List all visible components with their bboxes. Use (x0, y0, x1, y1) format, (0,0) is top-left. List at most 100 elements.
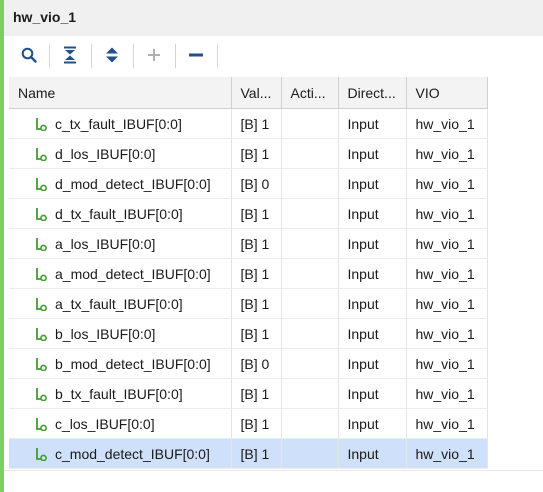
column-header-activity[interactable]: Acti... (281, 77, 339, 109)
probe-activity-cell[interactable] (281, 258, 339, 289)
probe-name: d_tx_fault_IBUF[0:0] (55, 205, 183, 222)
probe-name-cell[interactable]: d_los_IBUF[0:0] (9, 138, 232, 169)
probe-icon (36, 297, 47, 311)
expand-all-icon (106, 47, 118, 63)
probe-vio-cell: hw_vio_1 (406, 288, 488, 319)
column-header-direction[interactable]: Direct... (338, 77, 407, 109)
probe-activity-cell[interactable] (281, 168, 339, 199)
table-row[interactable]: d_mod_detect_IBUF[0:0] [B] 0 Input hw_vio_1 (9, 168, 488, 199)
table-header-row: Name Val... Acti... Direct... VIO (9, 77, 488, 109)
probe-value-cell[interactable]: [B] 1 (231, 438, 282, 469)
probe-icon (36, 147, 47, 161)
probe-direction-cell: Input (338, 378, 407, 409)
table-row[interactable]: c_mod_detect_IBUF[0:0] [B] 1 Input hw_vio_1 (9, 438, 488, 469)
probe-name: a_los_IBUF[0:0] (55, 235, 156, 252)
column-header-value[interactable]: Val... (231, 77, 282, 109)
probe-name-cell[interactable]: c_tx_fault_IBUF[0:0] (9, 108, 232, 139)
probe-value-cell[interactable]: [B] 1 (231, 318, 282, 349)
table-row[interactable]: c_los_IBUF[0:0] [B] 1 Input hw_vio_1 (9, 408, 488, 439)
table-row[interactable]: d_los_IBUF[0:0] [B] 1 Input hw_vio_1 (9, 138, 488, 169)
probe-vio-cell: hw_vio_1 (406, 408, 488, 439)
probe-activity-cell[interactable] (281, 138, 339, 169)
probe-activity-cell[interactable] (281, 348, 339, 379)
probe-activity-cell[interactable] (281, 228, 339, 259)
probe-name: b_los_IBUF[0:0] (55, 325, 156, 342)
probe-name-cell[interactable]: a_mod_detect_IBUF[0:0] (9, 258, 232, 289)
probe-direction-cell: Input (338, 258, 407, 289)
panel-title: hw_vio_1 (13, 9, 77, 25)
probe-activity-cell[interactable] (281, 288, 339, 319)
probe-icon (36, 267, 47, 281)
probe-value-cell[interactable]: [B] 1 (231, 108, 282, 139)
probe-value-cell[interactable]: [B] 1 (231, 288, 282, 319)
probe-value-cell[interactable]: [B] 1 (231, 228, 282, 259)
column-header-vio[interactable]: VIO (406, 77, 488, 109)
probe-icon (36, 177, 47, 191)
probe-name: d_los_IBUF[0:0] (55, 145, 156, 162)
probe-name-cell[interactable]: b_tx_fault_IBUF[0:0] (9, 378, 232, 409)
add-button[interactable] (141, 42, 167, 68)
probe-name: c_tx_fault_IBUF[0:0] (55, 115, 182, 132)
probe-name-cell[interactable]: c_mod_detect_IBUF[0:0] (9, 438, 232, 469)
probe-activity-cell[interactable] (281, 438, 339, 469)
search-button[interactable] (16, 42, 42, 68)
probe-name-cell[interactable]: a_los_IBUF[0:0] (9, 228, 232, 259)
toolbar-separator (175, 44, 176, 68)
probe-activity-cell[interactable] (281, 108, 339, 139)
probe-name-cell[interactable]: c_los_IBUF[0:0] (9, 408, 232, 439)
table-row[interactable]: a_los_IBUF[0:0] [B] 1 Input hw_vio_1 (9, 228, 488, 259)
panel-title-bar: hw_vio_1 (4, 0, 543, 36)
probe-vio-cell: hw_vio_1 (406, 108, 488, 139)
probe-name-cell[interactable]: b_mod_detect_IBUF[0:0] (9, 348, 232, 379)
search-icon (21, 47, 37, 63)
probe-icon (36, 237, 47, 251)
probe-value-cell[interactable]: [B] 0 (231, 348, 282, 379)
probe-activity-cell[interactable] (281, 378, 339, 409)
probe-name-cell[interactable]: d_mod_detect_IBUF[0:0] (9, 168, 232, 199)
table-row[interactable]: b_tx_fault_IBUF[0:0] [B] 1 Input hw_vio_1 (9, 378, 488, 409)
table-row[interactable]: c_tx_fault_IBUF[0:0] [B] 1 Input hw_vio_1 (9, 108, 488, 139)
probe-activity-cell[interactable] (281, 318, 339, 349)
table-row[interactable]: b_mod_detect_IBUF[0:0] [B] 0 Input hw_vio_1 (9, 348, 488, 379)
remove-button[interactable] (183, 42, 209, 68)
probe-icon (36, 117, 47, 131)
table-row[interactable]: a_mod_detect_IBUF[0:0] [B] 1 Input hw_vio_1 (9, 258, 488, 289)
probe-vio-cell: hw_vio_1 (406, 138, 488, 169)
probe-table: Name Val... Acti... Direct... VIO c_tx_f… (9, 77, 488, 469)
probe-direction-cell: Input (338, 168, 407, 199)
probe-value-cell[interactable]: [B] 1 (231, 378, 282, 409)
probe-value-cell[interactable]: [B] 1 (231, 138, 282, 169)
probe-name: c_los_IBUF[0:0] (55, 415, 155, 432)
probe-vio-cell: hw_vio_1 (406, 318, 488, 349)
probe-vio-cell: hw_vio_1 (406, 378, 488, 409)
table-row[interactable]: b_los_IBUF[0:0] [B] 1 Input hw_vio_1 (9, 318, 488, 349)
probe-direction-cell: Input (338, 438, 407, 469)
probe-activity-cell[interactable] (281, 198, 339, 229)
probe-direction-cell: Input (338, 348, 407, 379)
probe-name: a_mod_detect_IBUF[0:0] (55, 265, 211, 282)
probe-name: b_tx_fault_IBUF[0:0] (55, 385, 183, 402)
probe-value-cell[interactable]: [B] 1 (231, 258, 282, 289)
probe-activity-cell[interactable] (281, 408, 339, 439)
probe-name-cell[interactable]: b_los_IBUF[0:0] (9, 318, 232, 349)
probe-icon (36, 207, 47, 221)
probe-name-cell[interactable]: a_tx_fault_IBUF[0:0] (9, 288, 232, 319)
probe-direction-cell: Input (338, 228, 407, 259)
remove-icon (189, 53, 203, 57)
probe-value-cell[interactable]: [B] 1 (231, 408, 282, 439)
collapse-all-icon (64, 46, 76, 64)
probe-direction-cell: Input (338, 318, 407, 349)
expand-all-button[interactable] (99, 42, 125, 68)
column-header-name[interactable]: Name (9, 77, 232, 109)
probe-name: a_tx_fault_IBUF[0:0] (55, 295, 183, 312)
table-row[interactable]: d_tx_fault_IBUF[0:0] [B] 1 Input hw_vio_1 (9, 198, 488, 229)
probe-name-cell[interactable]: d_tx_fault_IBUF[0:0] (9, 198, 232, 229)
probe-vio-cell: hw_vio_1 (406, 348, 488, 379)
table-row[interactable]: a_tx_fault_IBUF[0:0] [B] 1 Input hw_vio_1 (9, 288, 488, 319)
probe-value-cell[interactable]: [B] 0 (231, 168, 282, 199)
toolbar-separator (91, 44, 92, 68)
toolbar-separator (217, 44, 218, 68)
probe-value-cell[interactable]: [B] 1 (231, 198, 282, 229)
probe-name: b_mod_detect_IBUF[0:0] (55, 355, 211, 372)
collapse-all-button[interactable] (57, 42, 83, 68)
